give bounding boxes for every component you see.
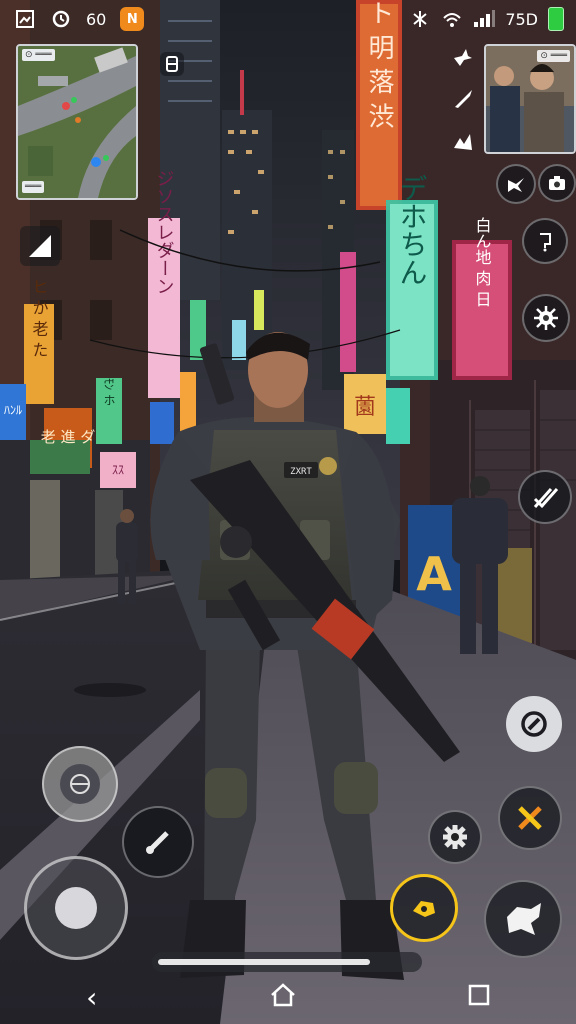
stairs-icon[interactable] xyxy=(20,226,60,266)
wifi-icon xyxy=(441,8,463,30)
weapon-swap-button[interactable] xyxy=(518,470,572,524)
sign-red-small: ｽｽ xyxy=(112,463,124,477)
signal-label: 60 xyxy=(86,9,107,29)
app-badge: N xyxy=(120,7,145,31)
video-feed-label: ⊙ ═══ xyxy=(537,50,570,62)
sign-street-a: A xyxy=(416,547,452,601)
video-feed[interactable]: ⊙ ═══ xyxy=(484,44,576,154)
battery-icon xyxy=(548,7,564,31)
minimap[interactable]: ⊙ ═══ ═══ xyxy=(16,44,138,200)
battery-label: 75D xyxy=(505,9,538,29)
bird-icon[interactable] xyxy=(448,42,478,72)
movement-joystick[interactable] xyxy=(24,856,128,960)
fire-button[interactable] xyxy=(484,880,562,958)
aim-joystick[interactable] xyxy=(42,746,118,822)
system-nav-bar: ‹ xyxy=(0,970,576,1024)
recents-button[interactable] xyxy=(468,984,490,1010)
sync-icon xyxy=(50,8,72,30)
sign-yellow-left: ヒ か 老 た xyxy=(30,278,49,357)
back-button[interactable]: ‹ xyxy=(86,981,97,1014)
sign-orange-left: 老 進 ダ xyxy=(41,428,96,446)
grenade-button[interactable] xyxy=(122,806,194,878)
sign-teal: デホちん xyxy=(396,174,429,286)
settings-gear-button[interactable] xyxy=(428,810,482,864)
sign-green-small: ﾓﾝ ホ xyxy=(102,378,116,406)
ability-button[interactable] xyxy=(390,874,458,942)
bluetooth-icon xyxy=(409,8,431,30)
interact-button[interactable] xyxy=(522,218,568,264)
reload-button[interactable] xyxy=(506,696,562,752)
health-bar xyxy=(152,952,422,972)
melee-button[interactable] xyxy=(498,786,562,850)
camera-button[interactable] xyxy=(538,164,576,202)
sign-left-tall: ジソスレダーン xyxy=(154,169,175,295)
status-bar: 60 N 75D xyxy=(0,0,576,36)
minimap-toggle-button[interactable] xyxy=(160,52,184,76)
screenshot-icon xyxy=(14,8,36,30)
aim-scope-icon xyxy=(60,764,100,804)
sign-pink-right: 白ん地 肉 日 xyxy=(473,217,492,307)
joystick-knob[interactable] xyxy=(55,887,97,929)
virus-icon[interactable] xyxy=(522,294,570,342)
health-fill xyxy=(158,959,370,965)
wing-icon[interactable] xyxy=(448,126,478,156)
drone-button[interactable] xyxy=(496,164,536,204)
sign-bottom-yellow: 薗 xyxy=(354,395,376,420)
minimap-corner-label: ⊙ ═══ xyxy=(22,49,55,61)
home-button[interactable] xyxy=(270,983,296,1011)
player-patch: ZXRT xyxy=(290,467,312,477)
minimap-bottom-label: ═══ xyxy=(22,181,45,193)
knife-icon[interactable] xyxy=(448,84,478,114)
signal-icon xyxy=(473,8,496,30)
sign-left-blue: ﾊﾝﾙ xyxy=(4,403,22,417)
